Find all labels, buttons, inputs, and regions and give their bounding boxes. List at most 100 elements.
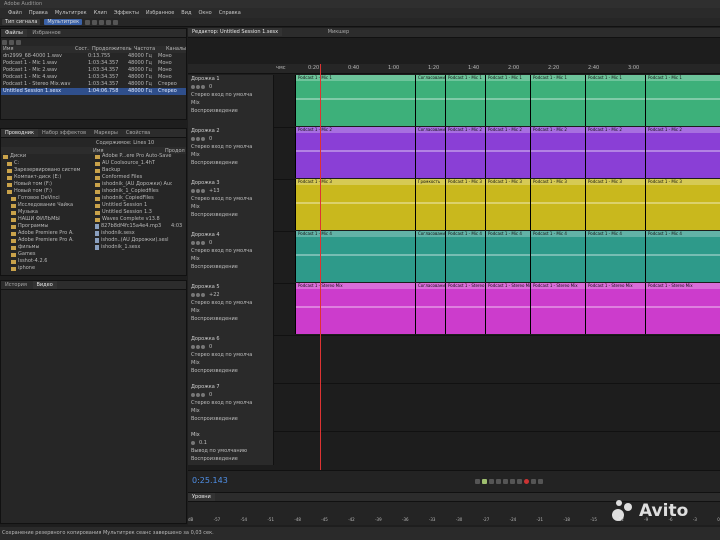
master-output-select[interactable]: Вывод по умолчанию [188,447,273,455]
tree-item[interactable]: фильмы [3,244,89,251]
track-name[interactable]: Дорожка 6 [188,335,273,343]
tree-item[interactable]: Программы [3,223,89,230]
solo-icon[interactable] [196,345,200,349]
mute-icon[interactable] [191,293,195,297]
solo-icon[interactable] [196,241,200,245]
menu-item[interactable]: Правка [29,10,48,16]
file-row[interactable]: Podcast 1 - Mic 1.wav 1:03:34.357 48000 Гц… [1,60,186,67]
skip-icon[interactable] [538,479,543,484]
tab-mixer[interactable]: Микшер [324,28,353,36]
audio-clip[interactable]: Podcast 1 - Stereo Mix [585,283,646,334]
record-arm-icon[interactable] [201,345,205,349]
track-output-select[interactable]: Mix [188,255,273,263]
browser-file-item[interactable]: ishodnik_1_Copiedfiles [95,188,187,195]
track-input-select[interactable]: Стерео вход по умолча [188,299,273,307]
audio-clip[interactable]: Согласование [415,231,446,282]
master-name[interactable]: Mix [188,431,273,439]
solo-icon[interactable] [196,293,200,297]
multitrack-view-button[interactable]: Мультитрек [44,19,83,25]
volume-knob-value[interactable]: 0 [209,391,212,399]
record-arm-icon[interactable] [201,393,205,397]
audio-clip[interactable]: Podcast 1 - Mic 2 [485,127,531,178]
solo-icon[interactable] [196,137,200,141]
file-row[interactable]: Podcast 1 - Stereo Mix.wav 1:03:34.357 480… [1,81,186,88]
record-arm-icon[interactable] [201,85,205,89]
audio-clip[interactable]: Podcast 1 - Mic 1 [485,75,531,126]
track-input-select[interactable]: Стерео вход по умолча [188,195,273,203]
menu-item[interactable]: Файл [8,10,22,16]
audio-clip[interactable]: Podcast 1 - Mic 4 [295,231,416,282]
audio-clip[interactable]: Podcast 1 - Stereo Mix [645,283,720,334]
track-output-select[interactable]: Mix [188,307,273,315]
audio-clip[interactable]: Podcast 1 - Stereo Mix [530,283,586,334]
move-tool-icon[interactable] [92,19,98,25]
solo-icon[interactable] [196,393,200,397]
audio-clip[interactable]: Podcast 1 - Mic 1 [645,75,720,126]
menu-item[interactable]: Справка [219,10,241,16]
track-name[interactable]: Дорожка 4 [188,231,273,239]
track-automation-mode[interactable]: Воспроизведение [188,367,273,375]
tree-item[interactable]: Зарезервировано систем [3,167,89,174]
track-output-select[interactable]: Mix [188,359,273,367]
menu-item[interactable]: Окно [198,10,211,16]
tab-favorites[interactable]: Избранное [28,29,64,37]
tab-browser-0[interactable]: Проводник [1,129,38,137]
audio-clip[interactable]: Podcast 1 - Mic 2 [445,127,486,178]
tab-browser-1[interactable]: Набор эффектов [38,129,90,137]
tree-item[interactable]: Новый том (F:) [3,181,89,188]
tree-item[interactable]: НАШИ ФИЛЬМЫ [3,216,89,223]
track-automation-mode[interactable]: Воспроизведение [188,415,273,423]
track-name[interactable]: Дорожка 5 [188,283,273,291]
track-input-select[interactable]: Стерео вход по умолча [188,91,273,99]
tree-item[interactable]: Диски [3,153,89,160]
audio-clip[interactable]: Согласование [415,283,446,334]
audio-clip[interactable]: Podcast 1 - Mic 4 [445,231,486,282]
track-output-select[interactable]: Mix [188,151,273,159]
rewind-start-icon[interactable] [496,479,501,484]
play-icon[interactable] [482,479,487,484]
audio-clip[interactable]: Podcast 1 - Mic 1 [295,75,416,126]
audio-clip[interactable]: Podcast 1 - Mic 4 [585,231,646,282]
audio-clip[interactable]: Podcast 1 - Mic 3 [485,179,531,230]
record-arm-icon[interactable] [201,241,205,245]
record-arm-icon[interactable] [201,137,205,141]
volume-knob-value[interactable]: 0 [209,83,212,91]
track-input-select[interactable]: Стерео вход по умолча [188,143,273,151]
mute-icon[interactable] [191,189,195,193]
browser-file-item[interactable]: ishodnik.sesx [95,230,187,237]
file-row[interactable]: Podcast 1 - Mic 2.wav 1:03:34.357 48000 Гц… [1,67,186,74]
files-column-header[interactable]: Каналы [164,46,186,53]
audio-clip[interactable]: Громкость [415,179,446,230]
browser-file-item[interactable]: 827b8df4fc15a4e4.mp3 4:03 [95,223,187,230]
tree-item[interactable]: Компакт-диск (E:) [3,174,89,181]
audio-clip[interactable]: Podcast 1 - Mic 3 [645,179,720,230]
menu-item[interactable]: Клип [94,10,107,16]
mute-icon[interactable] [191,441,195,445]
playhead[interactable] [320,64,321,494]
track-automation-mode[interactable]: Воспроизведение [188,263,273,271]
tree-item[interactable]: C: [3,160,89,167]
browser-file-item[interactable]: Untitled Session 1 [95,202,187,209]
tree-item[interactable]: Музыка [3,209,89,216]
audio-clip[interactable]: Podcast 1 - Mic 1 [530,75,586,126]
track-name[interactable]: Дорожка 2 [188,127,273,135]
track-automation-mode[interactable]: Воспроизведение [188,315,273,323]
new-file-icon[interactable] [9,39,14,45]
browser-file-item[interactable]: ishodn..(AU Дорожки).sesl [95,237,187,244]
tree-item[interactable]: Adobe Premiere Pro A. [3,230,89,237]
tab-video[interactable]: Видео [32,281,57,289]
browser-file-item[interactable]: ishodnik_CopiedFiles [95,195,187,202]
record-arm-icon[interactable] [201,189,205,193]
track-name[interactable]: Дорожка 7 [188,383,273,391]
file-row[interactable]: dn2999_68-4000 1.wav 0:13.755 48000 Гц Моно [1,53,186,60]
master-automation-mode[interactable]: Воспроизведение [188,455,273,463]
record-icon[interactable] [524,479,529,484]
files-column-header[interactable]: Имя [1,46,73,53]
track-input-select[interactable]: Стерео вход по умолча [188,399,273,407]
audio-clip[interactable]: Podcast 1 - Mic 3 [585,179,646,230]
fast-forward-icon[interactable] [510,479,515,484]
browser-file-item[interactable]: Untitled Session 1.3 [95,209,187,216]
menu-item[interactable]: Избранное [146,10,174,16]
mute-icon[interactable] [191,393,195,397]
spectral-icon[interactable] [85,19,91,25]
